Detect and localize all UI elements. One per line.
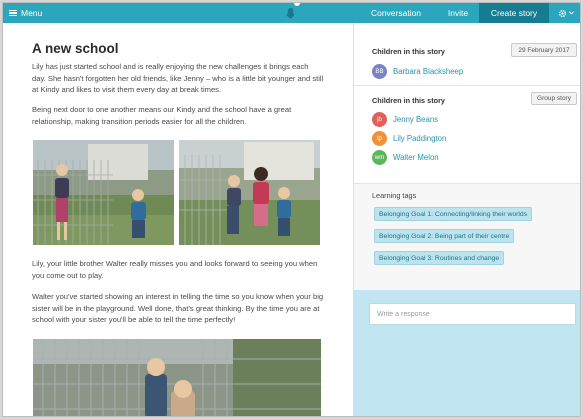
- avatar: BB: [372, 63, 387, 79]
- gear-icon: [558, 9, 566, 17]
- date-button[interactable]: 29 February 2017: [511, 43, 577, 57]
- tab-conversation[interactable]: Conversation: [355, 3, 437, 23]
- story-sidebar: Children in this story 29 February 2017 …: [353, 23, 580, 416]
- tab-create-story[interactable]: Create story: [479, 3, 549, 23]
- divider: [354, 183, 580, 184]
- avatar: lp: [372, 130, 387, 146]
- story-title: A new school: [32, 41, 119, 56]
- learning-tag[interactable]: Belonging Goal 1: Connecting/linking the…: [374, 207, 533, 221]
- child-name: Lily Paddington: [393, 133, 447, 143]
- response-section: Write a response: [354, 290, 580, 416]
- child-barbara[interactable]: BB Barbara Blacksheep: [372, 63, 463, 79]
- tab-conversation-label: Conversation: [370, 8, 422, 18]
- learning-tag[interactable]: Belonging Goal 3: Routines and change: [374, 251, 505, 265]
- menu-button[interactable]: Menu: [9, 3, 42, 23]
- story-paragraph: Lily has just started school and is real…: [32, 62, 324, 94]
- group-heading: Children in this story: [372, 96, 445, 105]
- app-window: Menu Conversation Invite Create story A …: [2, 2, 581, 417]
- avatar: wm: [372, 149, 387, 165]
- menu-label: Menu: [21, 8, 43, 18]
- hamburger-icon: [9, 9, 17, 17]
- story-paragraph: Lily, your little brother Walter really …: [32, 259, 318, 280]
- story-paragraph: Walter you've started showing an interes…: [32, 292, 324, 324]
- child-name: Walter Melon: [393, 152, 439, 162]
- child-name: Barbara Blacksheep: [393, 66, 464, 76]
- group-story-button[interactable]: Group story: [531, 92, 577, 105]
- chevron-down-icon: [568, 11, 574, 15]
- story-photo-3[interactable]: [33, 339, 321, 416]
- top-nav-bar: Menu Conversation Invite Create story: [3, 3, 580, 23]
- tab-invite-label: Invite: [447, 8, 469, 18]
- response-input[interactable]: Write a response: [369, 303, 576, 325]
- children-heading: Children in this story: [372, 47, 445, 56]
- settings-button[interactable]: [549, 3, 580, 23]
- child-lily[interactable]: lp Lily Paddington: [372, 130, 446, 146]
- tab-invite[interactable]: Invite: [437, 3, 479, 23]
- child-name: Jenny Beans: [393, 114, 439, 124]
- learning-tags-section: Learning tags Belonging Goal 1: Connecti…: [354, 183, 580, 290]
- app-logo-icon: [286, 8, 295, 19]
- avatar: jb: [372, 111, 387, 127]
- story-photo-2[interactable]: [179, 140, 320, 245]
- child-walter[interactable]: wm Walter Melon: [372, 149, 439, 165]
- story-content: A new school Lily has just started schoo…: [3, 23, 353, 416]
- child-jenny[interactable]: jb Jenny Beans: [372, 111, 438, 127]
- story-photo-1[interactable]: [33, 140, 174, 245]
- learning-tag[interactable]: Belonging Goal 2: Being part of their ce…: [374, 229, 515, 243]
- tags-heading: Learning tags: [372, 191, 417, 200]
- tab-create-story-label: Create story: [490, 8, 538, 18]
- divider: [354, 85, 580, 86]
- story-paragraph: Being next door to one another means our…: [32, 105, 292, 126]
